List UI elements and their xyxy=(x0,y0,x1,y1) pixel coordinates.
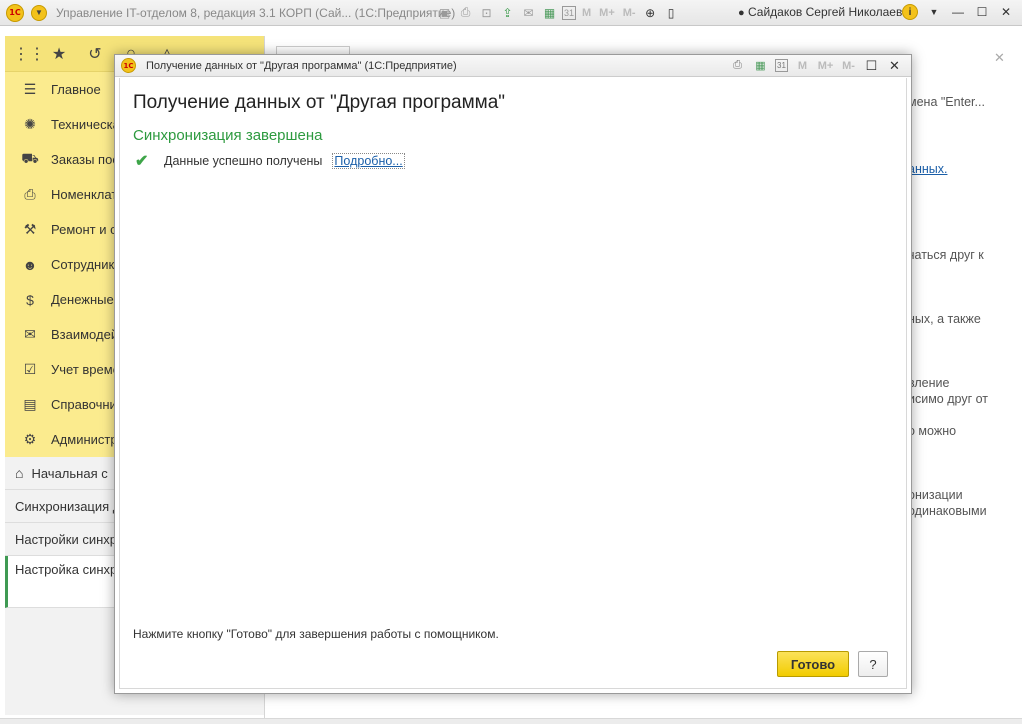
chevron-down-icon: ▼ xyxy=(31,4,47,21)
user-icon: ● xyxy=(738,7,745,19)
details-link[interactable]: Подробно... xyxy=(332,153,405,169)
done-button[interactable]: Готово xyxy=(777,651,849,677)
memory-add-button[interactable]: M+ xyxy=(817,57,834,74)
books-icon: ▤ xyxy=(23,396,37,412)
maximize-icon[interactable]: ☐ xyxy=(974,4,990,20)
help-button[interactable]: ? xyxy=(858,651,888,677)
menu-icon: ☰ xyxy=(23,81,37,97)
print-icon[interactable]: ⎙ xyxy=(457,4,474,21)
apps-grid-icon[interactable]: ⋮⋮ xyxy=(13,44,45,64)
result-text: Данные успешно получены xyxy=(164,154,323,168)
preview-icon[interactable]: ⊡ xyxy=(478,4,495,21)
app-logo: 1С xyxy=(6,3,24,22)
memory-store-button[interactable]: M xyxy=(580,7,593,19)
background-close-icon[interactable]: ✕ xyxy=(994,50,1005,66)
result-row: ✔ Данные успешно получены Подробно... xyxy=(135,151,405,171)
background-text: о можно xyxy=(908,424,957,438)
memory-subtract-button[interactable]: M- xyxy=(840,57,857,74)
home-icon: ⌂ xyxy=(15,465,24,481)
history-icon[interactable]: ↺ xyxy=(85,44,105,64)
calendar-icon[interactable]: 31 xyxy=(775,59,788,72)
save-icon[interactable]: ▣ xyxy=(436,4,453,21)
background-text: ных, а также xyxy=(908,312,981,326)
dialog-heading: Получение данных от "Другая программа" xyxy=(133,92,506,113)
background-text: вление xyxy=(908,376,950,390)
memory-store-button[interactable]: M xyxy=(794,57,811,74)
status-strip xyxy=(0,718,1022,724)
printer-icon: ⎙ xyxy=(24,186,36,202)
calculator-icon[interactable]: ▦ xyxy=(541,4,558,21)
app-title: Управление IT-отделом 8, редакция 3.1 КО… xyxy=(56,5,456,20)
money-bag-icon: $ xyxy=(26,291,34,308)
mail-icon[interactable]: ✉ xyxy=(520,4,537,21)
background-text: мена "Enter... xyxy=(908,95,985,109)
calendar-check-icon: ☑ xyxy=(23,361,37,377)
close-icon[interactable]: ✕ xyxy=(998,4,1014,20)
maximize-icon[interactable]: ☐ xyxy=(863,57,880,74)
calculator-icon[interactable]: ▦ xyxy=(752,57,769,74)
support-icon: ✺ xyxy=(24,116,36,132)
calendar-icon[interactable]: 31 xyxy=(562,5,576,20)
user-name[interactable]: ● Сайдаков Сергей Николаевич xyxy=(738,5,915,19)
background-text: одинаковыми xyxy=(908,504,987,518)
minimize-icon[interactable]: — xyxy=(950,4,966,20)
zoom-icon[interactable]: ⊕ xyxy=(642,4,659,21)
background-text: чаться друг к xyxy=(908,248,984,262)
main-menu-button[interactable]: ▼ xyxy=(30,4,48,22)
app-titlebar: 1С ▼ Управление IT-отделом 8, редакция 3… xyxy=(0,0,1022,26)
print-icon[interactable]: ⎙ xyxy=(729,57,746,74)
background-text: онизации xyxy=(908,488,963,502)
memory-add-button[interactable]: M+ xyxy=(597,7,617,19)
memory-subtract-button[interactable]: M- xyxy=(621,7,638,19)
dialog-title: Получение данных от "Другая программа" (… xyxy=(146,59,457,72)
envelope-icon: ✉ xyxy=(24,326,36,342)
repair-icon: ⚒ xyxy=(23,221,37,237)
background-text: исимо друг от xyxy=(908,392,989,406)
sync-status: Синхронизация завершена xyxy=(133,127,323,144)
close-icon[interactable]: ✕ xyxy=(886,57,903,74)
dialog-logo: 1С xyxy=(121,58,136,73)
app-toolbar: ▣ ⎙ ⊡ ⇪ ✉ ▦ 31 M M+ M- ⊕ ▯ xyxy=(436,4,680,21)
info-icon[interactable]: i xyxy=(902,4,918,20)
background-link[interactable]: анных. xyxy=(908,161,947,177)
info-menu-icon[interactable]: ▼ xyxy=(926,4,942,20)
checkmark-icon: ✔ xyxy=(135,153,149,170)
dialog-body: Получение данных от "Другая программа" С… xyxy=(119,78,907,689)
truck-icon: ⛟ xyxy=(21,150,39,166)
people-icon: ☻ xyxy=(22,256,38,273)
favorites-star-icon[interactable]: ★ xyxy=(49,44,69,64)
dialog-toolbar: ⎙ ▦ 31 M M+ M- ☐ ✕ xyxy=(729,57,903,74)
hint-text: Нажмите кнопку "Готово" для завершения р… xyxy=(133,627,499,641)
panels-icon[interactable]: ▯ xyxy=(663,4,680,21)
dialog-titlebar: 1С Получение данных от "Другая программа… xyxy=(115,55,911,77)
upload-icon[interactable]: ⇪ xyxy=(499,4,516,21)
data-receive-dialog: 1С Получение данных от "Другая программа… xyxy=(114,54,912,694)
gear-icon: ⚙ xyxy=(23,431,37,447)
window-controls: i ▼ — ☐ ✕ xyxy=(902,4,1014,20)
